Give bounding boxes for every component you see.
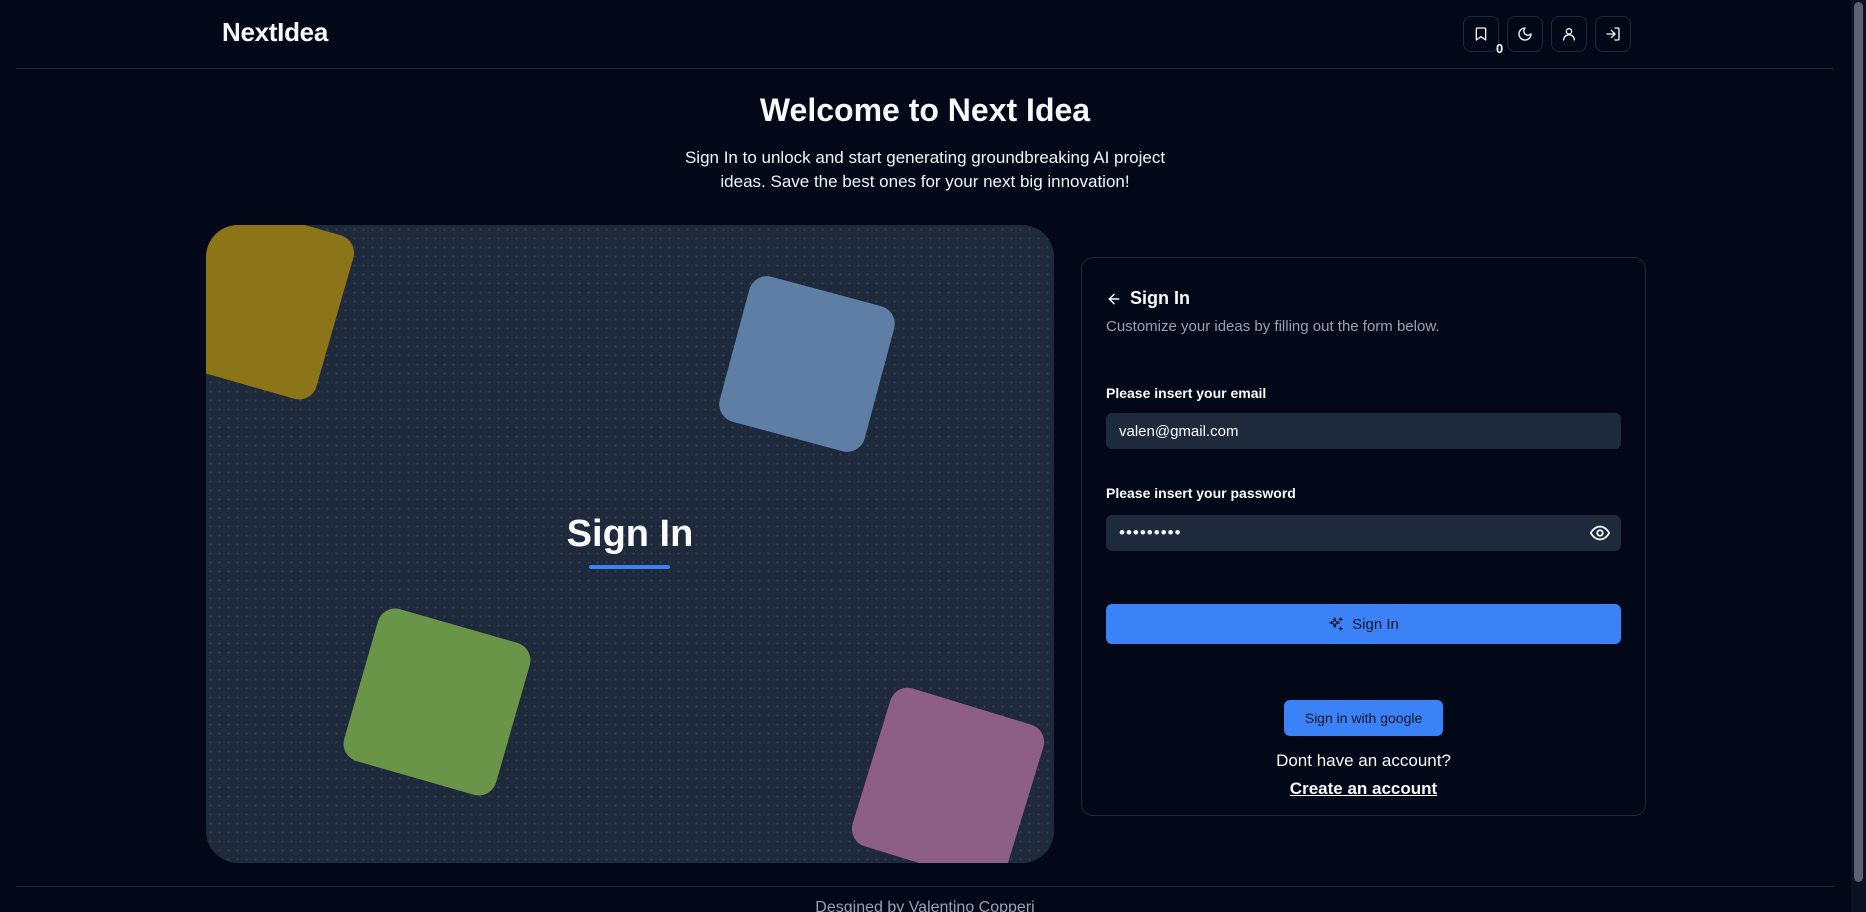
user-icon	[1563, 28, 1575, 41]
panel-heading-underline	[589, 565, 670, 569]
page-subtitle: Sign In to unlock and start generating g…	[684, 148, 1166, 191]
sign-in-card: Sign In Customize your ideas by filling …	[1081, 257, 1646, 816]
card-description: Customize your ideas by filling out the …	[1106, 318, 1440, 335]
saved-count-badge: 0	[1496, 41, 1504, 56]
footer: Desgined by Valentino Copperi	[16, 886, 1834, 912]
saved-ideas-button[interactable]: 0	[1463, 16, 1503, 56]
sparkles-icon	[1329, 617, 1343, 631]
arrow-left-icon[interactable]	[1106, 291, 1122, 307]
eye-icon	[1589, 525, 1611, 541]
moon-icon	[1518, 27, 1532, 41]
panel-heading: Sign In	[566, 513, 694, 555]
brand-logo[interactable]: NextIdea	[222, 17, 328, 48]
profile-button[interactable]	[1551, 16, 1587, 52]
page-scrollbar[interactable]	[1851, 0, 1866, 912]
email-label: Please insert your email	[1106, 385, 1267, 401]
bookmark-icon	[1475, 27, 1487, 41]
card-header: Sign In	[1106, 288, 1190, 309]
log-in-icon	[1606, 27, 1620, 41]
decorative-panel: Sign In	[206, 225, 1054, 863]
sign-in-button-label: Sign In	[1352, 615, 1399, 633]
page: NextIdea 0 Welcome to Next Idea Sign In …	[0, 0, 1866, 912]
decorative-tile-yellow	[206, 225, 359, 404]
password-field[interactable]	[1106, 515, 1621, 551]
toggle-password-visibility[interactable]	[1587, 520, 1613, 546]
scrollbar-thumb[interactable]	[1854, 2, 1863, 882]
card-title: Sign In	[1130, 288, 1190, 308]
decorative-tile-pink	[847, 683, 1049, 863]
decorative-tile-green	[339, 604, 535, 800]
login-button[interactable]	[1595, 16, 1631, 52]
no-account-text: Dont have an account?	[1276, 751, 1451, 770]
page-title: Welcome to Next Idea	[759, 92, 1091, 128]
theme-toggle-button[interactable]	[1507, 16, 1543, 52]
footer-credit: Desgined by Valentino Copperi	[815, 899, 1035, 912]
top-nav: NextIdea 0	[16, 0, 1834, 69]
google-sign-in-button[interactable]: Sign in with google	[1284, 700, 1443, 736]
decorative-tile-blue	[715, 272, 899, 456]
email-field[interactable]	[1106, 413, 1621, 449]
sign-in-button[interactable]: Sign In	[1106, 604, 1621, 644]
create-account-link[interactable]: Create an account	[1082, 779, 1645, 799]
password-label: Please insert your password	[1106, 485, 1296, 501]
